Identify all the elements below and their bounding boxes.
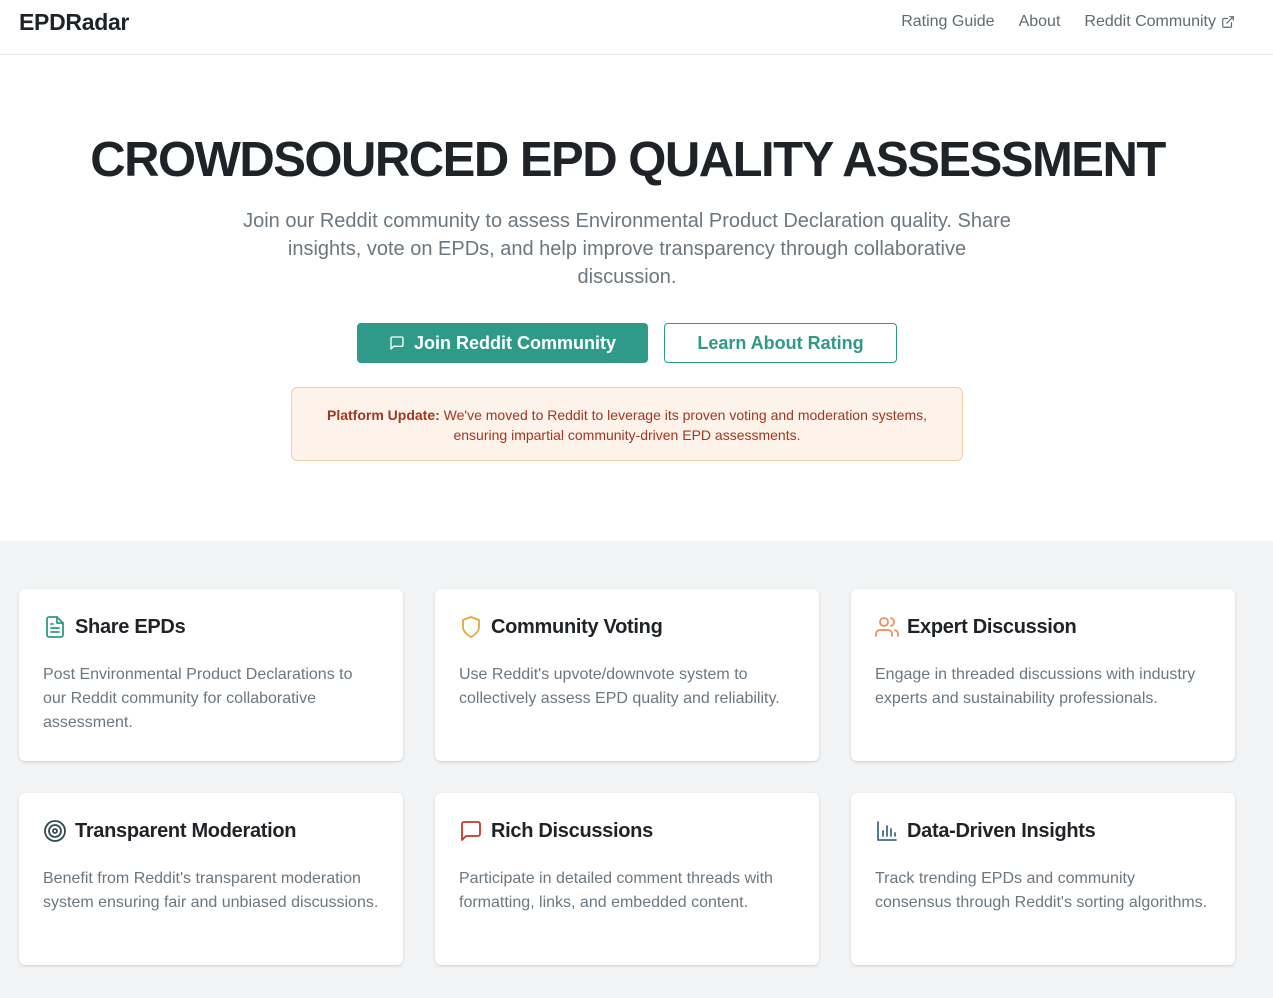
nav-about[interactable]: About — [1019, 13, 1061, 31]
feature-title: Community Voting — [491, 615, 663, 638]
nav-links: Rating Guide About Reddit Community — [901, 13, 1235, 31]
brand-logo[interactable]: EPDRadar — [19, 9, 129, 36]
feature-card-transparent-moderation: Transparent Moderation Benefit from Redd… — [19, 793, 403, 965]
feature-description: Benefit from Reddit's transparent modera… — [43, 870, 379, 911]
learn-rating-label: Learn About Rating — [697, 332, 864, 353]
bar-chart-icon — [877, 821, 897, 841]
platform-update-notice: Platform Update: We've moved to Reddit t… — [291, 387, 963, 461]
external-link-icon — [1222, 16, 1234, 28]
notice-label: Platform Update: — [326, 407, 440, 423]
feature-card-share-epds: Share EPDs Post Environmental Product De… — [19, 589, 403, 761]
feature-card-data-driven-insights: Data-Driven Insights Track trending EPDs… — [851, 793, 1235, 965]
message-icon — [461, 821, 481, 841]
feature-card-expert-discussion: Expert Discussion Engage in threaded dis… — [851, 589, 1235, 761]
nav-reddit-community-label: Reddit Community — [1084, 13, 1216, 30]
hero-title: CROWDSOURCED EPD QUALITY ASSESSMENT — [90, 133, 1166, 187]
top-nav: EPDRadar Rating Guide About Reddit Commu… — [0, 0, 1273, 55]
target-icon — [44, 820, 66, 842]
feature-title: Transparent Moderation — [75, 819, 297, 842]
feature-title: Rich Discussions — [491, 819, 653, 842]
feature-description: Post Environmental Product Declarations … — [43, 666, 353, 731]
learn-rating-button[interactable]: Learn About Rating — [664, 323, 897, 363]
users-icon — [875, 617, 899, 637]
hero-section: CROWDSOURCED EPD QUALITY ASSESSMENT Join… — [0, 56, 1273, 541]
feature-description: Engage in threaded discussions with indu… — [875, 666, 1196, 707]
feature-title: Expert Discussion — [907, 615, 1077, 638]
nav-rating-guide[interactable]: Rating Guide — [901, 13, 994, 31]
shield-icon — [462, 616, 480, 638]
feature-description: Participate in detailed comment threads … — [459, 870, 773, 911]
feature-description: Use Reddit's upvote/downvote system to c… — [459, 666, 780, 707]
message-square-icon — [390, 336, 404, 350]
feature-card-rich-discussions: Rich Discussions Participate in detailed… — [435, 793, 819, 965]
feature-description: Track trending EPDs and community consen… — [875, 870, 1208, 911]
feature-title: Data-Driven Insights — [907, 819, 1096, 842]
document-icon — [46, 616, 64, 638]
feature-title: Share EPDs — [75, 615, 186, 638]
features-section: Share EPDs Post Environmental Product De… — [0, 541, 1273, 998]
hero-buttons: Join Reddit Community Learn About Rating — [357, 323, 897, 363]
hero-subtitle: Join our Reddit community to assess Envi… — [243, 210, 1011, 288]
notice-text: We've moved to Reddit to leverage its pr… — [439, 407, 927, 443]
nav-reddit-community[interactable]: Reddit Community — [1084, 13, 1235, 31]
feature-card-community-voting: Community Voting Use Reddit's upvote/dow… — [435, 589, 819, 761]
join-reddit-button[interactable]: Join Reddit Community — [357, 323, 648, 363]
join-reddit-label: Join Reddit Community — [414, 332, 616, 353]
